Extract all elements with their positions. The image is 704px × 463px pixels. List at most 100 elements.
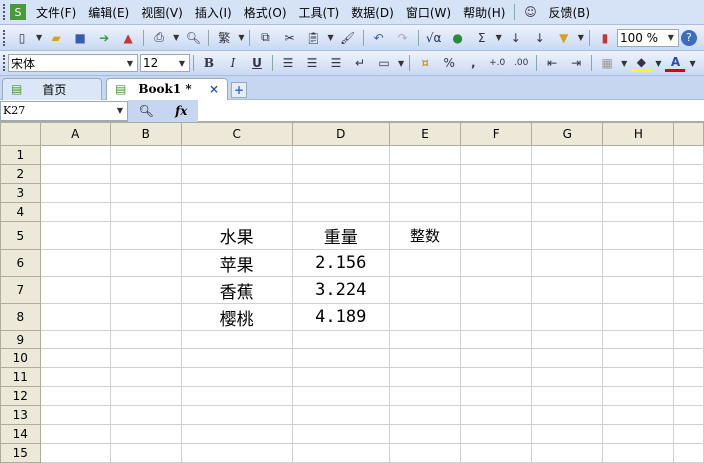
cell-F9[interactable] (460, 330, 533, 349)
format-painter-icon[interactable]: 🖌︎ (338, 29, 358, 47)
menu-window[interactable]: 窗口(W) (400, 4, 457, 21)
cell-C14[interactable] (180, 424, 293, 444)
cell-G13[interactable] (531, 405, 604, 425)
column-header-A[interactable]: A (39, 122, 111, 146)
cell-E3[interactable] (388, 183, 462, 203)
cell-D6[interactable]: 2.156 (291, 249, 390, 277)
cell-B1[interactable] (109, 145, 182, 165)
thousands-button[interactable]: ‚ (463, 54, 483, 72)
dropdown-arrow[interactable]: ▼ (173, 33, 179, 42)
cell-I4[interactable] (673, 202, 704, 222)
cell-C1[interactable] (180, 145, 293, 165)
cell-A10[interactable] (39, 348, 111, 368)
cell-E2[interactable] (388, 164, 462, 184)
cell-H14[interactable] (602, 424, 675, 444)
cell-B14[interactable] (109, 424, 182, 444)
menu-feedback[interactable]: 反馈(B) (542, 4, 596, 21)
percent-button[interactable]: % (439, 54, 459, 72)
menu-insert[interactable]: 插入(I) (189, 4, 238, 21)
cell-E7[interactable] (388, 276, 462, 304)
cell-I9[interactable] (673, 330, 704, 349)
cell-A3[interactable] (39, 183, 111, 203)
row-header-10[interactable]: 10 (0, 348, 41, 368)
row-header-9[interactable]: 9 (0, 330, 41, 349)
grip[interactable] (3, 4, 6, 20)
cell-D14[interactable] (291, 424, 390, 444)
cell-I5[interactable] (673, 221, 704, 250)
cell-F1[interactable] (460, 145, 533, 165)
cell-I3[interactable] (673, 183, 704, 203)
cell-F12[interactable] (460, 386, 533, 406)
cell-B11[interactable] (109, 367, 182, 387)
cell-B12[interactable] (109, 386, 182, 406)
align-right-icon[interactable]: ☰ (326, 54, 346, 72)
column-header-B[interactable]: B (109, 122, 182, 146)
cell-D15[interactable] (291, 443, 390, 463)
row-header-3[interactable]: 3 (0, 183, 41, 203)
cell-H3[interactable] (602, 183, 675, 203)
paste-icon[interactable]: 📋︎ (303, 29, 323, 47)
cell-C10[interactable] (180, 348, 293, 368)
sort-ascending-icon[interactable]: ↓ (506, 29, 526, 47)
tab-book1[interactable]: ▤ Book1 * × (106, 77, 228, 100)
dropdown-arrow[interactable]: ▼ (238, 33, 244, 42)
cell-E8[interactable] (388, 303, 462, 331)
new-icon[interactable]: ▯ (12, 29, 32, 47)
cell-H15[interactable] (602, 443, 675, 463)
select-all-corner[interactable] (0, 122, 41, 146)
cell-E14[interactable] (388, 424, 462, 444)
cell-E10[interactable] (388, 348, 462, 368)
cell-C11[interactable] (180, 367, 293, 387)
row-header-8[interactable]: 8 (0, 303, 41, 331)
cell-D3[interactable] (291, 183, 390, 203)
menu-file[interactable]: 文件(F) (30, 4, 82, 21)
cell-H9[interactable] (602, 330, 675, 349)
dropdown-arrow[interactable]: ▼ (36, 33, 42, 42)
cell-F2[interactable] (460, 164, 533, 184)
cell-I6[interactable] (673, 249, 704, 277)
dropdown-arrow[interactable]: ▼ (621, 59, 627, 68)
cell-D7[interactable]: 3.224 (291, 276, 390, 304)
row-header-14[interactable]: 14 (0, 424, 41, 444)
row-header-7[interactable]: 7 (0, 276, 41, 304)
chart-icon[interactable]: ▮ (595, 29, 615, 47)
row-header-12[interactable]: 12 (0, 386, 41, 406)
font-color-icon[interactable]: A (665, 54, 686, 72)
hyperlink-icon[interactable]: ● (448, 29, 468, 47)
cell-H11[interactable] (602, 367, 675, 387)
menu-help[interactable]: 帮助(H) (457, 4, 511, 21)
cell-H13[interactable] (602, 405, 675, 425)
row-header-1[interactable]: 1 (0, 145, 41, 165)
italic-button[interactable]: I (223, 54, 243, 72)
cell-H10[interactable] (602, 348, 675, 368)
cell-I10[interactable] (673, 348, 704, 368)
cut-icon[interactable]: ✂ (279, 29, 299, 47)
dropdown-arrow[interactable]: ▼ (327, 33, 333, 42)
cell-H2[interactable] (602, 164, 675, 184)
cell-A11[interactable] (39, 367, 111, 387)
cell-G5[interactable] (531, 221, 604, 250)
font-select[interactable]: 宋体 ▼ (8, 54, 138, 72)
cell-F6[interactable] (460, 249, 533, 277)
cell-D8[interactable]: 4.189 (291, 303, 390, 331)
menu-data[interactable]: 数据(D) (345, 4, 400, 21)
traditional-chinese-button[interactable]: 繁 (214, 29, 234, 47)
save-icon[interactable]: ■ (70, 29, 90, 47)
column-header-C[interactable]: C (180, 122, 293, 146)
cell-I8[interactable] (673, 303, 704, 331)
cell-B7[interactable] (109, 276, 182, 304)
cell-B4[interactable] (109, 202, 182, 222)
increase-decimal-button[interactable]: +.0 (487, 54, 507, 72)
borders-icon[interactable]: ▦ (597, 54, 617, 72)
cell-A5[interactable] (39, 221, 111, 250)
cell-E4[interactable] (388, 202, 462, 222)
copy-icon[interactable]: ⧉ (255, 29, 275, 47)
close-tab-icon[interactable]: × (209, 82, 219, 96)
align-left-icon[interactable]: ☰ (278, 54, 298, 72)
bold-button[interactable]: B (199, 54, 219, 72)
cell-F5[interactable] (460, 221, 533, 250)
cell-F13[interactable] (460, 405, 533, 425)
dropdown-arrow[interactable]: ▼ (689, 59, 695, 68)
cell-B5[interactable] (109, 221, 182, 250)
cell-G6[interactable] (531, 249, 604, 277)
